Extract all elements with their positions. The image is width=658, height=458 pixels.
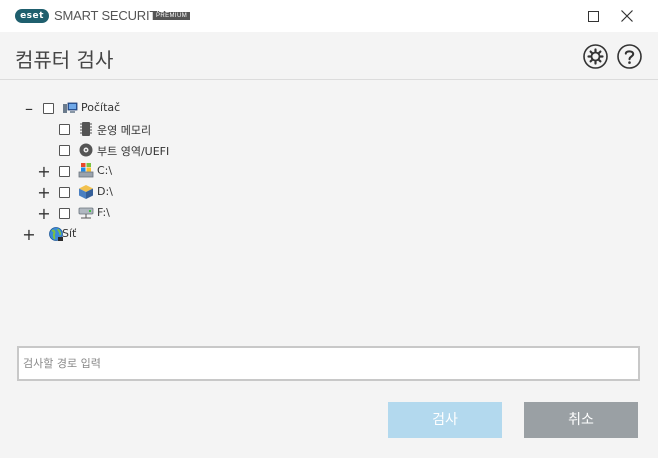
globe-icon: [48, 226, 63, 241]
checkbox-memory[interactable]: [59, 123, 70, 135]
page-header: 컴퓨터 검사: [0, 32, 658, 80]
help-button[interactable]: [617, 44, 642, 69]
maximize-button[interactable]: [576, 0, 610, 32]
eset-logo: eset: [15, 9, 49, 23]
checkbox-boot[interactable]: [59, 144, 70, 156]
close-icon: [621, 10, 633, 22]
edition-badge: PREMIUM: [153, 12, 191, 20]
memory-icon: [78, 121, 93, 136]
tree-label-drive-c: C:\: [97, 164, 113, 177]
settings-button[interactable]: [583, 44, 608, 69]
tree-label-drive-d: D:\: [97, 185, 113, 198]
maximize-icon: [587, 10, 599, 22]
computer-icon: [62, 100, 78, 115]
close-button[interactable]: [610, 0, 644, 32]
checkbox-computer[interactable]: [43, 102, 54, 114]
disc-icon: [78, 142, 93, 157]
tree-label-network: Síť: [62, 227, 77, 240]
tree-label-drive-f: F:\: [97, 206, 110, 219]
windows-drive-icon: [78, 162, 94, 178]
product-name: SMART SECURITY: [54, 8, 166, 23]
gear-icon: [583, 44, 608, 69]
tree-label-memory: 운영 메모리: [97, 124, 152, 137]
expand-icon[interactable]: +: [37, 203, 50, 223]
checkbox-drive-c[interactable]: [59, 165, 70, 177]
help-icon: [617, 44, 642, 69]
scan-button[interactable]: 검사: [388, 402, 502, 438]
package-drive-icon: [78, 184, 93, 199]
checkbox-drive-f[interactable]: [59, 207, 70, 219]
cancel-button[interactable]: 취소: [524, 402, 638, 438]
title-bar: eset SMART SECURITY PREMIUM: [0, 0, 658, 32]
page-title: 컴퓨터 검사: [15, 48, 114, 72]
checkbox-drive-d[interactable]: [59, 186, 70, 198]
network-drive-icon: [78, 205, 94, 220]
collapse-icon[interactable]: –: [23, 98, 35, 118]
expand-icon[interactable]: +: [22, 224, 35, 244]
expand-icon[interactable]: +: [37, 161, 50, 181]
tree-label-boot: 부트 영역/UEFI: [97, 145, 170, 158]
scan-path-input[interactable]: [17, 346, 640, 381]
expand-icon[interactable]: +: [37, 182, 50, 202]
tree-label-computer: Počítač: [81, 101, 121, 114]
